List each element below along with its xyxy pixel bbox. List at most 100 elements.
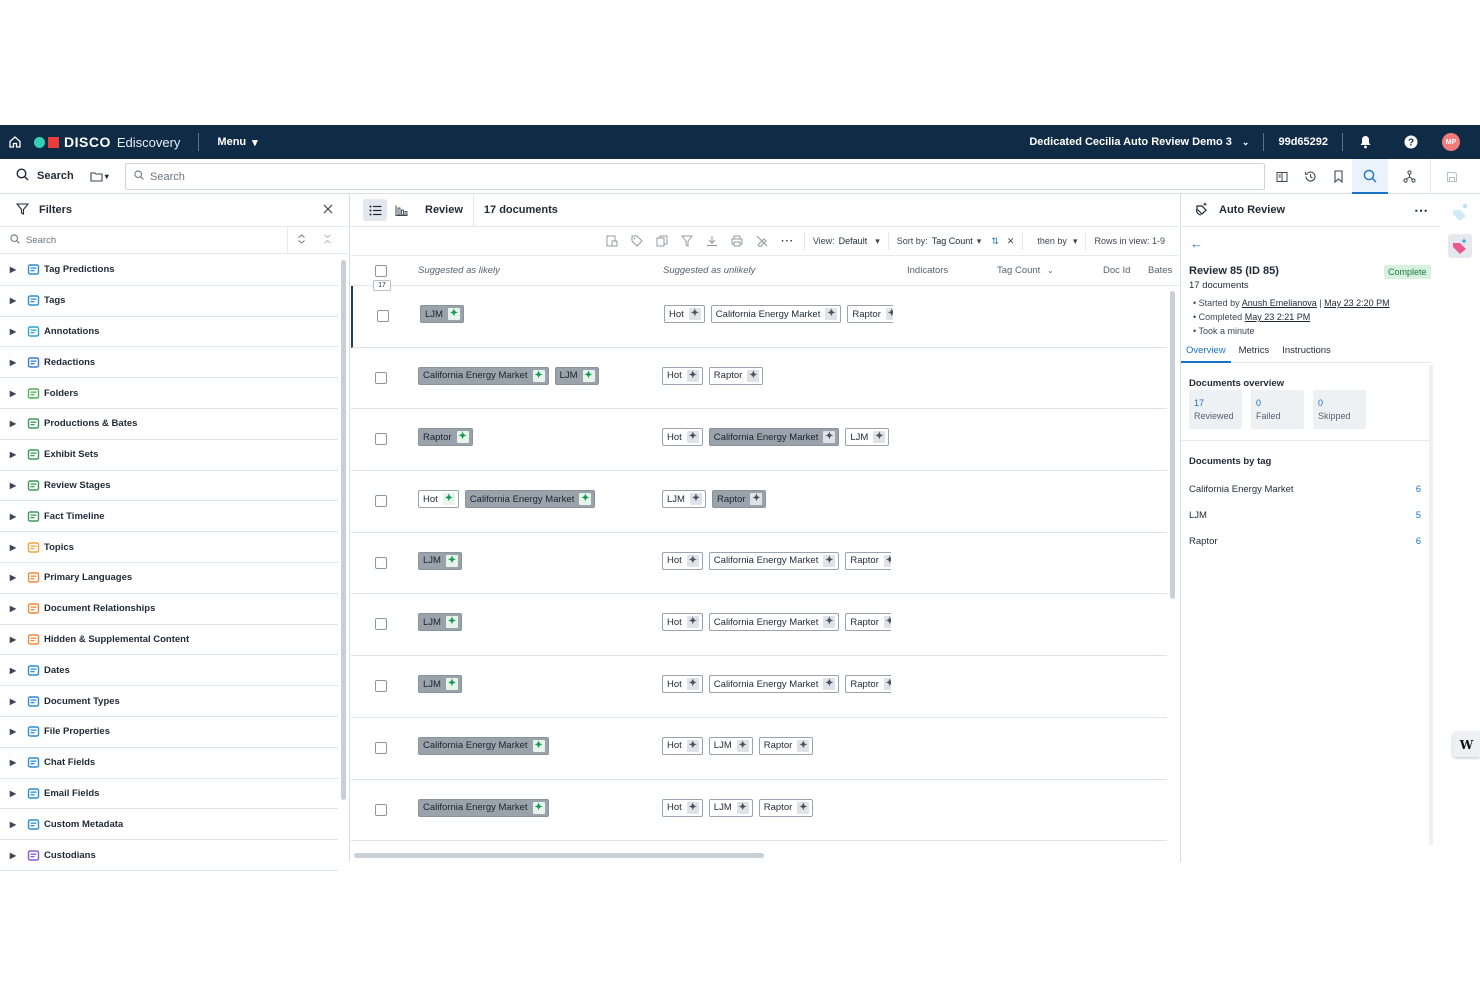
tag-chip[interactable]: LJM ✦ (845, 428, 890, 447)
save-icon[interactable] (1430, 159, 1472, 194)
filter-category[interactable]: ▶ Tags (0, 286, 338, 317)
accept-tag-icon[interactable]: ✦ (445, 554, 458, 567)
caret-right-icon[interactable]: ▶ (0, 265, 26, 274)
tag-chip[interactable]: Raptor ✦ (845, 675, 891, 694)
tab-instructions[interactable]: Instructions (1274, 345, 1336, 363)
tag-chip[interactable]: California Energy Market ✦ (708, 613, 840, 632)
clear-sort-icon[interactable]: ✕ (1007, 236, 1015, 247)
home-icon[interactable] (0, 125, 30, 159)
column-suggested-unlikely[interactable]: Suggested as unlikely (663, 265, 755, 276)
tag-count-row[interactable]: LJM 5 (1189, 510, 1421, 521)
bell-icon[interactable] (1342, 133, 1388, 151)
completed-at-link[interactable]: May 23 2:21 PM (1245, 312, 1311, 322)
caret-right-icon[interactable]: ▶ (0, 635, 26, 644)
tag-chip[interactable]: LJM ✦ (708, 798, 753, 817)
search-tab-icon[interactable] (1352, 159, 1388, 194)
tab-overview[interactable]: Overview (1181, 345, 1231, 363)
tag-chip[interactable]: Raptor ✦ (708, 366, 764, 385)
caret-right-icon[interactable]: ▶ (0, 327, 26, 336)
filter-category[interactable]: ▶ File Properties (0, 717, 338, 748)
column-bates[interactable]: Bates (1148, 265, 1172, 276)
stat-failed[interactable]: 0 Failed (1251, 390, 1304, 429)
tag-chip[interactable]: LJM ✦ (662, 490, 706, 509)
add-tag-icon[interactable]: ✦ (736, 801, 749, 814)
tag-count[interactable]: 6 (1416, 536, 1421, 547)
book-icon[interactable] (1268, 159, 1296, 194)
tag-chip[interactable]: Hot ✦ (662, 613, 703, 632)
tag-chip[interactable]: LJM ✦ (554, 366, 599, 385)
table-row[interactable]: California Energy Market ✦ Hot ✦ LJM ✦ Raptor ✦ (351, 718, 1167, 780)
bulk-tag-icon[interactable] (600, 235, 625, 247)
tag-chip[interactable]: LJM ✦ (418, 675, 462, 694)
add-tag-icon[interactable]: ✦ (823, 431, 836, 444)
filter-category[interactable]: ▶ Review Stages (0, 471, 338, 502)
tag-chip[interactable]: Hot ✦ (662, 366, 703, 385)
tag-chip[interactable]: California Energy Market ✦ (708, 428, 840, 447)
tag-chip[interactable]: Hot ✦ (662, 675, 703, 694)
add-tag-icon[interactable]: ✦ (797, 801, 810, 814)
tag-chip[interactable]: Hot ✦ (662, 551, 703, 570)
tag-count-row[interactable]: Raptor 6 (1189, 536, 1421, 547)
accept-tag-icon[interactable]: ✦ (582, 369, 595, 382)
list-view-icon[interactable] (363, 199, 387, 221)
search-input[interactable]: Search (125, 163, 1265, 190)
add-tag-icon[interactable]: ✦ (873, 431, 886, 444)
caret-right-icon[interactable]: ▶ (0, 727, 26, 736)
add-tag-icon[interactable]: ✦ (686, 801, 699, 814)
caret-right-icon[interactable]: ▶ (0, 789, 26, 798)
add-tag-icon[interactable]: ✦ (797, 739, 810, 752)
add-tag-icon[interactable]: ✦ (689, 493, 702, 506)
filter-category[interactable]: ▶ Primary Languages (0, 563, 338, 594)
add-tag-icon[interactable]: ✦ (686, 431, 699, 444)
table-row[interactable]: LJM ✦ Hot ✦ California Energy Market ✦ Raptor ✦ (351, 594, 1167, 657)
filter-category[interactable]: ▶ Chat Fields (0, 748, 338, 779)
row-checkbox[interactable] (375, 680, 387, 693)
tag-chip[interactable]: Hot ✦ (662, 428, 703, 447)
tag-chip[interactable]: Hot ✦ (418, 490, 459, 509)
chevron-down-icon[interactable]: ⌄ (1047, 266, 1054, 275)
caret-right-icon[interactable]: ▶ (0, 820, 26, 829)
tag-chip[interactable]: Raptor ✦ (845, 613, 891, 632)
tag-chip[interactable]: California Energy Market ✦ (464, 490, 596, 509)
disco-logo[interactable]: DISCO Ediscovery (34, 134, 180, 150)
select-all-checkbox[interactable] (375, 265, 387, 277)
filter-category[interactable]: ▶ Topics (0, 532, 338, 563)
search-mode-label[interactable]: Search (37, 170, 74, 182)
menu-button[interactable]: Menu ▾ (217, 136, 257, 149)
add-tag-icon[interactable]: ✦ (885, 308, 893, 320)
filter-category[interactable]: ▶ Dates (0, 655, 338, 687)
stat-reviewed[interactable]: 17 Reviewed (1189, 390, 1242, 429)
filter-category[interactable]: ▶ Custom Metadata (0, 809, 338, 841)
matter-id[interactable]: 99d65292 (1263, 133, 1342, 151)
tag-count-row[interactable]: California Energy Market 6 (1189, 484, 1421, 495)
review-vertical-scrollbar[interactable] (1170, 291, 1175, 599)
add-tag-icon[interactable]: ✦ (736, 739, 749, 752)
accept-tag-icon[interactable]: ✦ (579, 493, 592, 506)
auto-review-rail-icon[interactable] (1448, 234, 1472, 258)
tag-chip[interactable]: California Energy Market ✦ (418, 798, 549, 817)
add-tag-icon[interactable]: ✦ (688, 308, 701, 320)
tag-chip[interactable]: Hot ✦ (664, 305, 705, 323)
accept-tag-icon[interactable]: ✦ (456, 431, 469, 444)
row-checkbox[interactable] (377, 310, 389, 322)
accept-tag-icon[interactable]: ✦ (445, 616, 458, 629)
then-by-selector[interactable]: then by ▾ (1022, 232, 1085, 250)
add-tag-icon[interactable]: ✦ (825, 308, 838, 320)
accept-tag-icon[interactable]: ✦ (532, 801, 545, 814)
filter-category[interactable]: ▶ Annotations (0, 317, 338, 348)
history-icon[interactable] (1296, 159, 1324, 194)
tag-chip[interactable]: LJM ✦ (708, 736, 753, 755)
column-tag-count[interactable]: Tag Count (997, 265, 1040, 276)
row-checkbox[interactable] (375, 433, 387, 446)
add-tag-icon[interactable]: ✦ (823, 554, 836, 567)
tag-icon[interactable] (625, 235, 650, 247)
tag-chip[interactable]: Raptor ✦ (847, 305, 893, 323)
accept-tag-icon[interactable]: ✦ (532, 739, 545, 752)
walkme-button[interactable]: W (1453, 732, 1480, 757)
add-tag-icon[interactable]: ✦ (686, 616, 699, 629)
download-icon[interactable] (700, 235, 725, 247)
tag-predictions-icon[interactable] (1450, 202, 1470, 222)
started-by-link[interactable]: Anush Emelianova (1242, 298, 1317, 308)
row-checkbox[interactable] (375, 556, 387, 569)
tag-chip[interactable]: Raptor ✦ (758, 798, 814, 817)
